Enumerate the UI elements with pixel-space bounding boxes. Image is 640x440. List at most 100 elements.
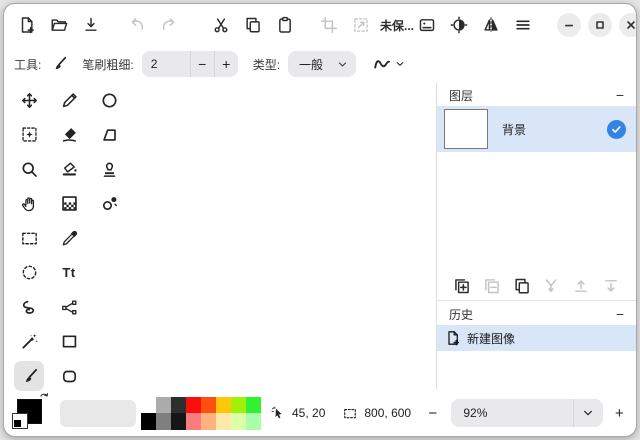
brush-size-value[interactable]: 2	[142, 51, 190, 77]
history-collapse-button[interactable]: −	[616, 307, 624, 321]
tool-pencil-button[interactable]	[54, 85, 84, 115]
palette-swatch[interactable]	[156, 397, 171, 413]
duplicate-layer-button[interactable]	[510, 274, 534, 298]
brush-size-increase-button[interactable]: +	[214, 51, 238, 77]
add-layer-icon	[453, 277, 471, 295]
tool-gradient-button[interactable]	[54, 189, 84, 219]
main-menu-button[interactable]	[510, 12, 536, 38]
tool-rounded-rectangle-button[interactable]	[54, 361, 84, 391]
background-color-swatch[interactable]	[12, 413, 28, 429]
new-image-button[interactable]	[14, 12, 40, 38]
header-bar: 未保...	[4, 4, 636, 46]
tool-paint-bucket-button[interactable]	[54, 154, 84, 184]
new-image-icon	[18, 16, 36, 34]
resize-image-button[interactable]	[348, 12, 374, 38]
tool-recolor-button[interactable]	[94, 189, 124, 219]
text-tool-glyph: Tt	[62, 265, 75, 280]
copy-button[interactable]	[240, 12, 266, 38]
palette-swatch[interactable]	[231, 397, 246, 413]
tool-clone-stamp-button[interactable]	[94, 154, 124, 184]
flip-button[interactable]	[478, 12, 504, 38]
layer-visible-checkbox[interactable]	[607, 120, 626, 139]
image-icon	[418, 16, 436, 34]
remove-layer-button[interactable]	[480, 274, 504, 298]
redo-button[interactable]	[156, 12, 182, 38]
tool-eraser-button[interactable]	[54, 120, 84, 150]
tool-paintbrush-button[interactable]	[14, 361, 44, 391]
image-properties-button[interactable]	[414, 12, 440, 38]
crop-button[interactable]	[316, 12, 342, 38]
color-adjustments-button[interactable]	[446, 12, 472, 38]
palette-swatch[interactable]	[231, 413, 246, 430]
tool-rectangle-select-button[interactable]	[14, 223, 44, 253]
close-button[interactable]	[619, 13, 637, 37]
eraser-tool-icon	[60, 125, 79, 144]
palette-swatch[interactable]	[171, 397, 186, 413]
layer-row[interactable]: 背景	[437, 106, 636, 152]
merge-layer-down-button[interactable]	[539, 274, 563, 298]
brush-size-decrease-button[interactable]: −	[190, 51, 214, 77]
palette-swatch[interactable]	[171, 413, 186, 430]
tool-ellipse-button[interactable]	[94, 85, 124, 115]
palette-swatch[interactable]	[141, 413, 156, 430]
color-selector[interactable]	[12, 394, 54, 432]
tool-pan-button[interactable]	[14, 189, 44, 219]
cursor-position-group: 45, 20	[270, 406, 325, 421]
default-colors-mini[interactable]	[14, 420, 21, 427]
tool-move-selection-button[interactable]	[14, 120, 44, 150]
maximize-button[interactable]	[588, 13, 612, 37]
lower-layer-icon	[602, 277, 620, 295]
tool-text-button[interactable]: Tt	[54, 258, 84, 288]
tool-move-button[interactable]	[14, 85, 44, 115]
check-icon	[610, 123, 623, 136]
tool-color-picker-button[interactable]	[54, 223, 84, 253]
tool-zoom-button[interactable]	[14, 154, 44, 184]
palette-swatch[interactable]	[246, 413, 261, 430]
tool-magic-wand-button[interactable]	[14, 327, 44, 357]
line-curve-tool-icon	[60, 298, 79, 317]
palette-swatch[interactable]	[186, 413, 201, 430]
open-button[interactable]	[46, 12, 72, 38]
side-panel: 图层 − 背景 历史 − 新建图像	[436, 82, 636, 390]
raise-layer-button[interactable]	[569, 274, 593, 298]
chevron-down-icon	[395, 59, 405, 69]
minimize-button[interactable]	[557, 13, 581, 37]
palette-swatch[interactable]	[201, 397, 216, 413]
zoom-dropdown[interactable]: 92%	[451, 399, 602, 427]
palette-column	[171, 397, 186, 430]
layer-actions-bar	[437, 272, 636, 300]
palette-swatch[interactable]	[216, 397, 231, 413]
line-style-dropdown[interactable]	[372, 54, 405, 74]
palette-swatch[interactable]	[186, 397, 201, 413]
lower-layer-button[interactable]	[599, 274, 623, 298]
tool-freeform-shape-button[interactable]	[94, 120, 124, 150]
save-button[interactable]	[78, 12, 104, 38]
tool-ellipse-select-button[interactable]	[14, 258, 44, 288]
raise-layer-icon	[572, 277, 590, 295]
app-window: 未保... 工具: 笔刷粗细: 2 − + 类型: 一般 Tt 图层 −	[3, 3, 637, 437]
palette-swatch[interactable]	[216, 413, 231, 430]
palette-swatch[interactable]	[201, 413, 216, 430]
cut-button[interactable]	[208, 12, 234, 38]
window-title: 未保...	[380, 17, 414, 34]
recent-colors-area[interactable]	[60, 400, 136, 427]
palette-swatch[interactable]	[246, 397, 261, 413]
add-layer-button[interactable]	[450, 274, 474, 298]
paste-button[interactable]	[272, 12, 298, 38]
brush-type-dropdown[interactable]: 一般	[288, 51, 356, 77]
save-icon	[82, 16, 100, 34]
tool-rectangle-button[interactable]	[54, 327, 84, 357]
tool-line-curve-button[interactable]	[54, 292, 84, 322]
layers-collapse-button[interactable]: −	[616, 88, 624, 102]
layers-panel-header: 图层 −	[437, 82, 636, 106]
history-item[interactable]: 新建图像	[437, 325, 636, 351]
canvas[interactable]	[134, 82, 436, 390]
palette-swatch[interactable]	[156, 413, 171, 430]
zoom-out-button[interactable]: −	[424, 405, 441, 422]
gradient-tool-icon	[60, 194, 79, 213]
remove-layer-icon	[483, 277, 501, 295]
tool-lasso-select-button[interactable]	[14, 292, 44, 322]
zoom-in-button[interactable]: +	[611, 405, 628, 422]
undo-button[interactable]	[124, 12, 150, 38]
clipboard-icon	[276, 16, 294, 34]
